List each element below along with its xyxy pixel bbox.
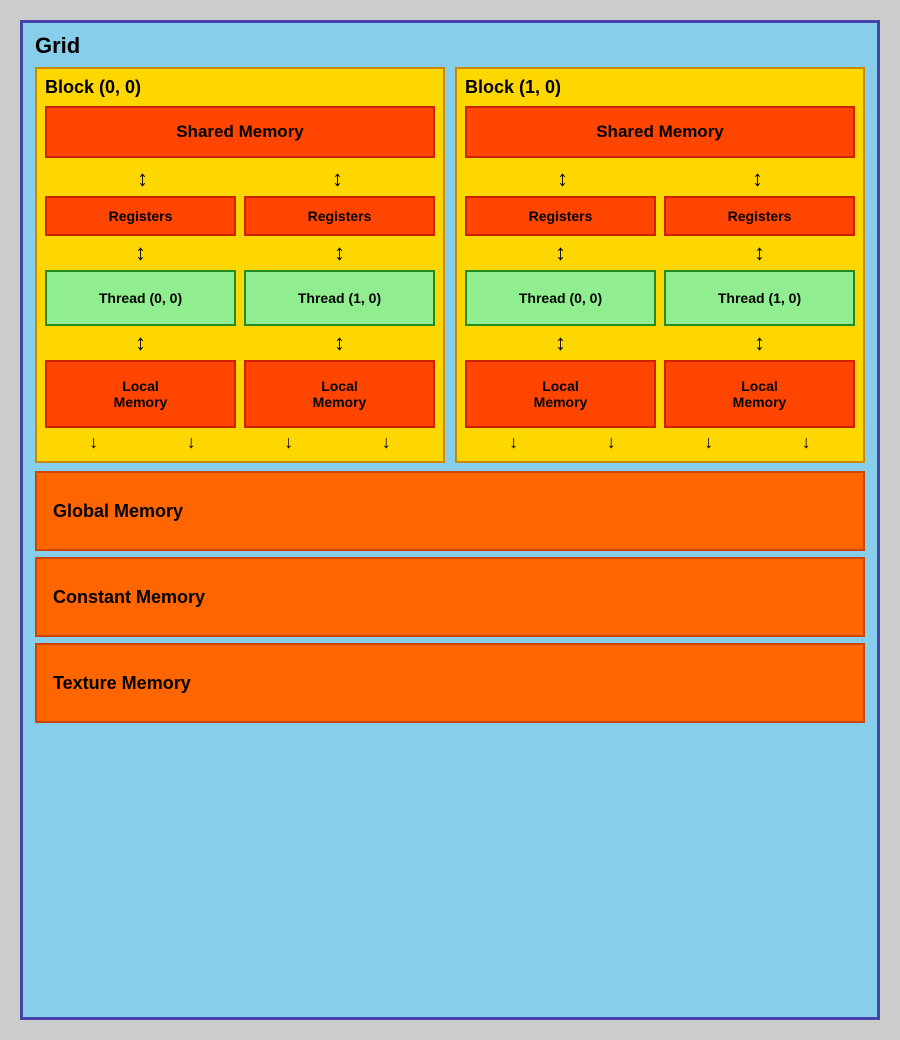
grid-label: Grid [35,33,865,59]
thread-col-0-1: Registers ↕ Thread (1, 0) ↕ LocalMemory [244,196,435,428]
local-memory-0-1: LocalMemory [244,360,435,428]
block-1-0-label: Block (1, 0) [465,77,855,98]
block-0-0: Block (0, 0) Shared Memory ↕ ↕ Registers… [35,67,445,463]
arrow-sm-t0: ↕ [137,166,148,192]
texture-memory-bar: Texture Memory [35,643,865,723]
reg-thread-arrow-1-0: ↕ [555,241,566,265]
global-memory-bar: Global Memory [35,471,865,551]
thread-box-0-0: Thread (0, 0) [45,270,236,326]
arrow-down-1-0b: ↓ [607,432,616,453]
grid-container: Grid Block (0, 0) Shared Memory ↕ ↕ Regi… [20,20,880,1020]
thread-col-0-0: Registers ↕ Thread (0, 0) ↕ LocalMemory [45,196,236,428]
local-memory-1-1: LocalMemory [664,360,855,428]
constant-memory-bar: Constant Memory [35,557,865,637]
arrow-down-0-0b: ↓ [187,432,196,453]
thread-box-1-1: Thread (1, 0) [664,270,855,326]
shared-memory-0: Shared Memory [45,106,435,158]
block-1-0: Block (1, 0) Shared Memory ↕ ↕ Registers… [455,67,865,463]
thread-box-0-1: Thread (1, 0) [244,270,435,326]
arrow-down-1-0a: ↓ [509,432,518,453]
arrow-down-1-0c: ↓ [704,432,713,453]
arrow-down-1-0d: ↓ [802,432,811,453]
registers-0-0: Registers [45,196,236,236]
threads-area-1: Registers ↕ Thread (0, 0) ↕ LocalMemory … [465,196,855,428]
arrow-sm-t1: ↕ [332,166,343,192]
registers-1-0: Registers [465,196,656,236]
arrow-down-0-0a: ↓ [89,432,98,453]
arrow-down-0-0d: ↓ [382,432,391,453]
reg-thread-arrow-0-0: ↕ [135,241,146,265]
thread-box-1-0: Thread (0, 0) [465,270,656,326]
reg-thread-arrow-0-1: ↕ [334,241,345,265]
thread-lm-arrow-0-1: ↕ [334,331,345,355]
arrow-down-0-0c: ↓ [284,432,293,453]
thread-lm-arrow-1-1: ↕ [754,331,765,355]
threads-area-0: Registers ↕ Thread (0, 0) ↕ LocalMemory … [45,196,435,428]
thread-col-1-0: Registers ↕ Thread (0, 0) ↕ LocalMemory [465,196,656,428]
texture-memory-label: Texture Memory [53,673,191,694]
bottom-memories: Global Memory Constant Memory Texture Me… [35,471,865,723]
block-0-0-label: Block (0, 0) [45,77,435,98]
global-memory-label: Global Memory [53,501,183,522]
constant-memory-label: Constant Memory [53,587,205,608]
thread-lm-arrow-0-0: ↕ [135,331,146,355]
blocks-row: Block (0, 0) Shared Memory ↕ ↕ Registers… [35,67,865,463]
arrow-sm-t2: ↕ [557,166,568,192]
thread-col-1-1: Registers ↕ Thread (1, 0) ↕ LocalMemory [664,196,855,428]
local-memory-1-0: LocalMemory [465,360,656,428]
registers-0-1: Registers [244,196,435,236]
local-memory-0-0: LocalMemory [45,360,236,428]
thread-lm-arrow-1-0: ↕ [555,331,566,355]
shared-memory-1: Shared Memory [465,106,855,158]
arrow-sm-t3: ↕ [752,166,763,192]
registers-1-1: Registers [664,196,855,236]
reg-thread-arrow-1-1: ↕ [754,241,765,265]
